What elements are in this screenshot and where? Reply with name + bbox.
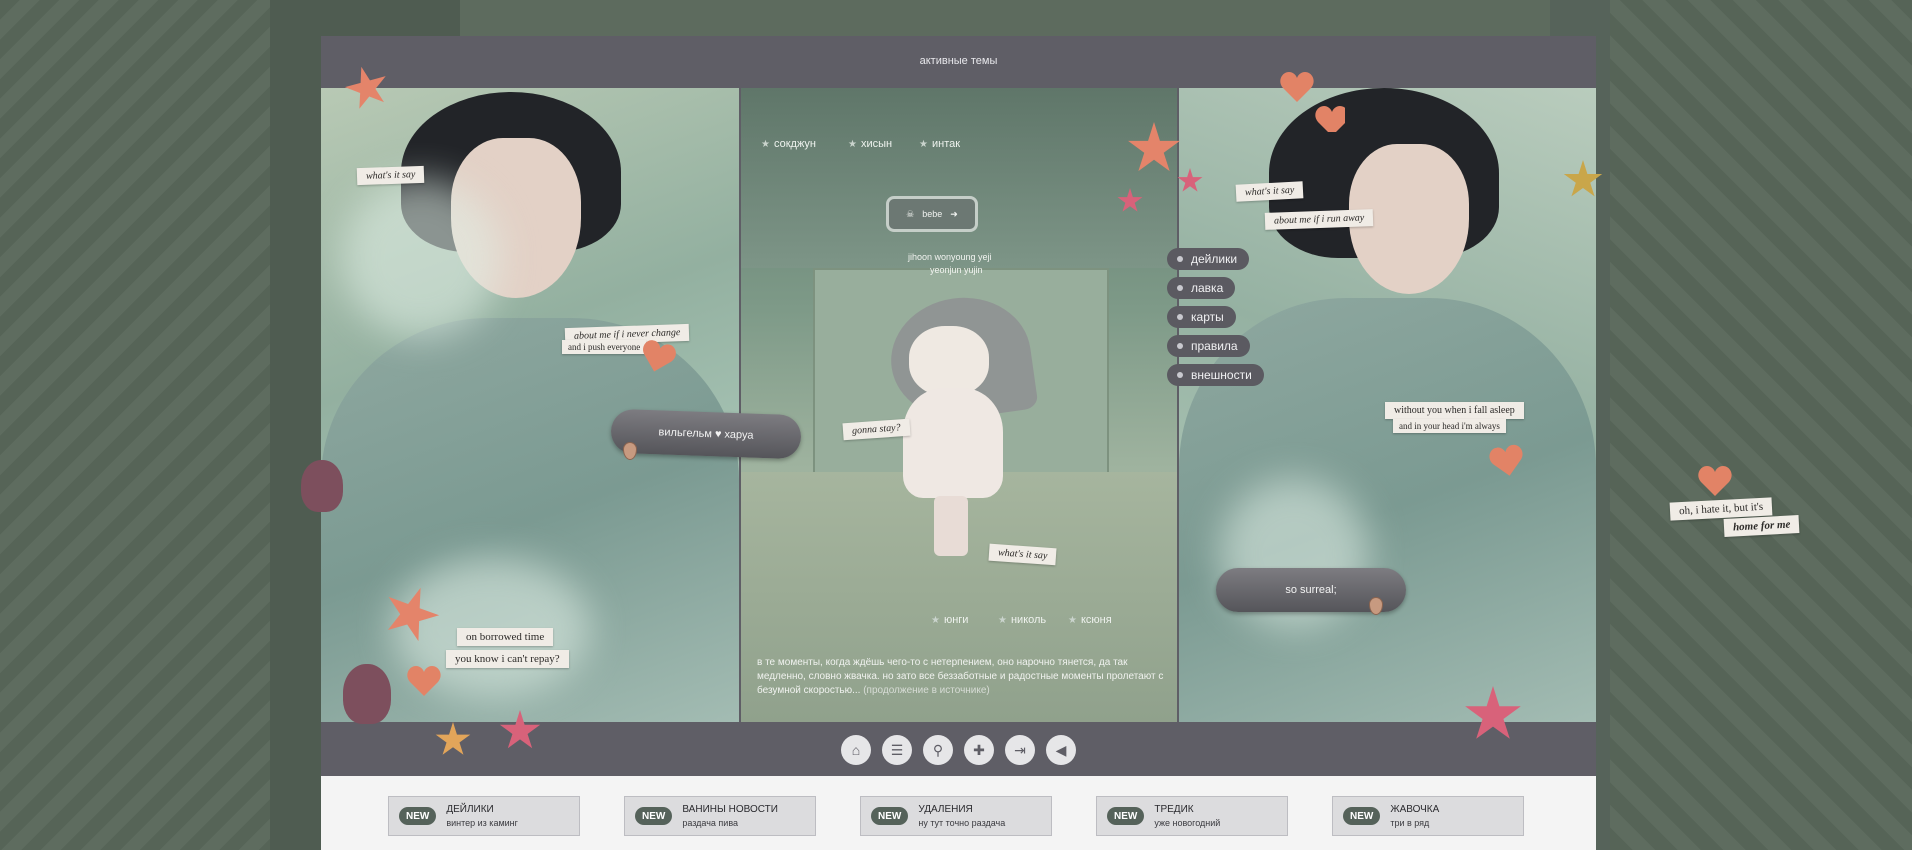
icon-toolbar: ⌂ ☰ ⚲ ✚ ⇥ ◀ xyxy=(321,724,1596,776)
new-badge: NEW xyxy=(1343,807,1381,825)
bandage-label: so surreal; xyxy=(1285,584,1337,596)
menu-item-dailies[interactable]: дейлики xyxy=(1167,248,1250,270)
news-item[interactable]: NEW ДЕЙЛИКИ винтер из каминг xyxy=(388,796,580,836)
new-badge: NEW xyxy=(399,807,437,825)
tag-label: николь xyxy=(1010,614,1047,626)
bullet-icon xyxy=(1177,314,1183,320)
active-topics-header: активные темы xyxy=(321,36,1596,86)
bullet-icon xyxy=(1177,256,1183,262)
star-icon: ★ xyxy=(998,614,1007,626)
blur-light xyxy=(341,178,501,338)
gummy-skull-icon xyxy=(301,460,343,512)
paper-note: and i push everyone xyxy=(562,340,647,354)
tag-link-3[interactable]: ★ интак xyxy=(919,138,960,150)
menu-label: правила xyxy=(1191,339,1238,353)
topic-excerpt: в те моменты, когда ждёшь чего-то с нете… xyxy=(757,656,1177,698)
news-subtitle: винтер из каминг xyxy=(446,818,518,828)
menu-item-cards[interactable]: карты xyxy=(1167,306,1236,328)
news-title: ДЕЙЛИКИ xyxy=(446,804,494,815)
menu-item-shop[interactable]: лавка xyxy=(1167,277,1236,299)
star-icon: ★ xyxy=(931,614,940,626)
bullet-icon xyxy=(1177,343,1183,349)
star-icon: ★ xyxy=(848,138,857,150)
news-item[interactable]: NEW ЖАВОЧКА три в ряд xyxy=(1332,796,1524,836)
tag-label: сокджун xyxy=(773,138,816,150)
news-bar: NEW ДЕЙЛИКИ винтер из каминг NEW ВАНИНЫ Н… xyxy=(321,776,1596,850)
new-badge: NEW xyxy=(635,807,673,825)
login-icon[interactable]: ⇥ xyxy=(1005,735,1035,765)
news-title: УДАЛЕНИЯ xyxy=(918,804,973,815)
forum-board: активные темы ★ сокджун ★ хисын ★ интак … xyxy=(301,36,1800,850)
paper-note: what's it say xyxy=(356,165,425,186)
lamb-figure-legs xyxy=(934,496,968,556)
paper-note: and in your head i'm always xyxy=(1393,419,1506,433)
tag-label: интак xyxy=(931,138,961,150)
search-icon[interactable]: ⚲ xyxy=(923,735,953,765)
news-subtitle: ну тут точно раздача xyxy=(918,818,1006,828)
news-subtitle: три в ряд xyxy=(1390,818,1430,828)
names-row-2: yeonjun yujin xyxy=(930,265,983,275)
news-item[interactable]: NEW УДАЛЕНИЯ ну тут точно раздача xyxy=(860,796,1052,836)
tag-link-6[interactable]: ★ ксюня xyxy=(1068,614,1112,626)
paper-note: on borrowed time xyxy=(457,628,554,646)
news-title: ТРЕДИК xyxy=(1154,804,1194,815)
gummy-skull-icon xyxy=(343,664,391,724)
source-link[interactable]: (продолжение в источнике) xyxy=(863,685,990,696)
tag-link-5[interactable]: ★ николь xyxy=(998,614,1046,626)
tag-label: ксюня xyxy=(1080,614,1112,626)
room-ceiling xyxy=(741,88,1177,268)
tag-label: юнги xyxy=(943,614,969,626)
news-subtitle: уже новогодний xyxy=(1154,818,1221,828)
menu-label: карты xyxy=(1191,310,1224,324)
paper-note: you know i can't repay? xyxy=(446,650,569,668)
tag-link-1[interactable]: ★ сокджун xyxy=(761,138,816,150)
home-icon[interactable]: ⌂ xyxy=(841,735,871,765)
news-item[interactable]: NEW ВАНИНЫ НОВОСТИ раздача пива xyxy=(624,796,816,836)
names-row-1: jihoon wonyoung yeji xyxy=(908,252,992,262)
megaphone-icon[interactable]: ◀ xyxy=(1046,735,1076,765)
skull-crossbones-icon: ☠ xyxy=(906,208,915,219)
list-icon[interactable]: ☰ xyxy=(882,735,912,765)
couple-bandage[interactable]: вильгельм ♥ харуа xyxy=(610,408,802,460)
tag-label: хисын xyxy=(860,138,893,150)
menu-item-appearances[interactable]: внешности xyxy=(1167,364,1264,386)
news-title: ВАНИНЫ НОВОСТИ xyxy=(682,804,778,815)
side-menu: дейлики лавка карты правила внешности xyxy=(1167,248,1264,386)
star-icon: ★ xyxy=(1068,614,1077,626)
background-pattern-right xyxy=(1610,0,1912,850)
lamb-figure-dress xyxy=(903,388,1003,498)
header-title[interactable]: активные темы xyxy=(920,55,998,67)
star-icon: ★ xyxy=(919,138,928,150)
paper-note: without you when i fall asleep xyxy=(1385,402,1524,419)
lamb-figure-head xyxy=(909,326,989,396)
tag-link-4[interactable]: ★ юнги xyxy=(931,614,968,626)
news-item[interactable]: NEW ТРЕДИК уже новогодний xyxy=(1096,796,1288,836)
add-user-icon[interactable]: ✚ xyxy=(964,735,994,765)
star-icon: ★ xyxy=(761,138,770,150)
bandage-label: вильгельм ♥ харуа xyxy=(658,426,754,442)
badge-label: bebe xyxy=(922,209,943,219)
menu-label: внешности xyxy=(1191,368,1252,382)
paper-note: what's it say xyxy=(1235,181,1304,202)
menu-label: лавка xyxy=(1191,281,1224,295)
news-subtitle: раздача пива xyxy=(682,818,739,828)
new-badge: NEW xyxy=(871,807,909,825)
forum-badge[interactable]: ☠ bebe ➜ xyxy=(886,196,978,232)
middle-room-panel: ★ сокджун ★ хисын ★ интак ☠ bebe ➜ jihoo… xyxy=(741,88,1177,722)
bullet-icon xyxy=(1177,372,1183,378)
news-title: ЖАВОЧКА xyxy=(1390,804,1440,815)
arrow-right-icon: ➜ xyxy=(950,208,958,219)
bullet-icon xyxy=(1177,285,1183,291)
new-badge: NEW xyxy=(1107,807,1145,825)
tag-link-2[interactable]: ★ хисын xyxy=(848,138,892,150)
background-pattern-left xyxy=(0,0,270,850)
menu-label: дейлики xyxy=(1191,252,1238,266)
menu-item-rules[interactable]: правила xyxy=(1167,335,1250,357)
